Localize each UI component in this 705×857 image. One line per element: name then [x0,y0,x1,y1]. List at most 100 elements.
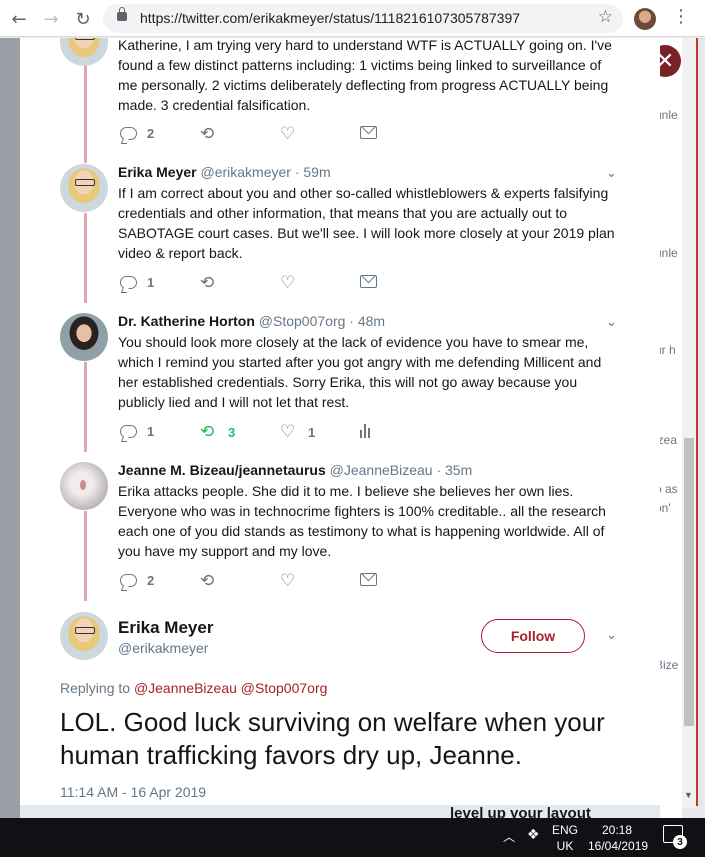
display-name[interactable]: Erika Meyer [118,164,197,180]
replying-prefix: Replying to [60,680,131,696]
mention-link[interactable]: @Stop007org [241,680,328,696]
address-bar[interactable]: https://twitter.com/erikakmeyer/status/1… [103,4,623,33]
like-button[interactable]: ♡ [280,273,298,293]
main-tweet-timestamp[interactable]: 11:14 AM - 16 Apr 2019 [60,784,206,800]
reply-button[interactable]: 1 [120,424,154,439]
background-left-strip [0,38,20,818]
reply-button[interactable]: 1 [120,275,154,290]
display-name[interactable]: Jeanne M. Bizeau/jeannetaurus [118,462,326,478]
retweet-icon: ⟲ [200,422,215,442]
main-tweet-avatar[interactable] [60,612,108,660]
profile-avatar[interactable] [634,8,656,30]
tweet-time[interactable]: · 59m [295,164,331,180]
retweet-button[interactable]: ⟲ [200,273,218,293]
tweet-header: Erika Meyer @erikakmeyer · 59m [118,164,331,180]
analytics-button[interactable] [360,424,378,438]
clock-time: 20:18 [601,823,633,837]
avatar[interactable] [60,164,108,212]
like-button[interactable]: ♡ 1 [280,422,315,442]
tweet-actions: 1 ⟲ 3 ♡ 1 [118,424,418,444]
thread-connector [84,58,87,163]
reply-icon [120,425,137,438]
reply-icon [120,276,137,289]
like-button[interactable]: ♡ [280,571,298,591]
heart-icon: ♡ [280,124,296,144]
tweet-actions: 1 ⟲ ♡ [118,275,418,295]
main-tweet-text: LOL. Good luck surviving on welfare when… [60,707,605,770]
back-arrow-icon[interactable]: ← [6,6,32,32]
direct-message-button[interactable] [360,573,377,586]
reply-button[interactable]: 2 [120,126,154,141]
retweet-count: 3 [228,424,236,440]
retweet-button[interactable]: ⟲ [200,124,218,144]
retweet-icon: ⟲ [200,273,215,293]
mention-link[interactable]: @JeanneBizeau [134,680,237,696]
notification-count-badge: 3 [673,835,687,849]
avatar[interactable] [60,313,108,361]
replying-to: Replying to @JeanneBizeau @Stop007org [60,680,327,696]
bookmark-star-icon[interactable]: ☆ [598,7,613,27]
user-handle[interactable]: @Stop007org [259,313,346,329]
tweet-text: You should look more closely at the lack… [118,334,602,410]
tweet-text: Erika attacks people. She did it to me. … [118,483,606,559]
chevron-down-icon[interactable]: ⌄ [606,166,617,181]
language-code: ENG [552,823,579,837]
tweet-time[interactable]: · 35m [436,462,472,478]
thread-connector [84,213,87,303]
display-name[interactable]: Dr. Katherine Horton [118,313,255,329]
reload-icon[interactable]: ↻ [70,6,96,32]
main-tweet-display-name[interactable]: Erika Meyer [118,618,213,638]
browser-menu-icon[interactable]: ⋮ [672,6,690,27]
clock-date: 16/04/2019 [588,839,649,853]
user-handle[interactable]: @JeanneBizeau [330,462,433,478]
keyboard-layout: UK [556,839,574,853]
heart-icon: ♡ [280,273,296,293]
heart-icon: ♡ [280,571,296,591]
retweet-icon: ⟲ [200,124,215,144]
language-indicator[interactable]: ENG UK [552,822,578,854]
tweet-actions: 2 ⟲ ♡ [118,573,418,593]
retweet-icon: ⟲ [200,571,215,591]
direct-message-button[interactable] [360,275,377,288]
lock-icon [117,7,127,21]
heart-icon: ♡ [280,422,296,442]
thread-connector [84,511,87,601]
background-right-column [660,38,682,818]
envelope-icon [360,126,377,139]
user-handle[interactable]: @erikakmeyer [201,164,291,180]
tweet-time[interactable]: · 48m [349,313,385,329]
chevron-down-icon[interactable]: ⌄ [606,628,617,643]
scrollbar-thumb[interactable] [684,438,694,726]
reply-count: 2 [147,573,155,588]
reply-count: 1 [147,275,155,290]
tweet-text: If I am correct about you and other so-c… [118,185,615,261]
retweet-button[interactable]: ⟲ 3 [200,422,236,442]
direct-message-button[interactable] [360,126,377,139]
system-clock[interactable]: 20:18 16/04/2019 [588,822,649,854]
show-hidden-icons-chevron-icon[interactable]: ︿ [503,828,515,845]
reply-count: 1 [147,424,155,439]
browser-toolbar: ← → ↻ https://twitter.com/erikakmeyer/st… [0,0,705,37]
follow-button[interactable]: Follow [481,619,585,653]
tweet-actions: 2 ⟲ ♡ [118,126,418,146]
chevron-down-icon[interactable]: ⌄ [606,315,617,330]
like-button[interactable]: ♡ [280,124,298,144]
taskbar: ︿ ❖ ENG UK 20:18 16/04/2019 3 [0,818,705,857]
reply-icon [120,574,137,587]
tweet-header: Dr. Katherine Horton @Stop007org · 48m [118,313,385,329]
retweet-button[interactable]: ⟲ [200,571,218,591]
url-text[interactable]: https://twitter.com/erikakmeyer/status/1… [140,10,520,26]
forward-arrow-icon[interactable]: → [38,6,64,32]
thread-connector [84,362,87,452]
reply-count: 2 [147,126,155,141]
reply-icon [120,127,137,140]
main-tweet-handle[interactable]: @erikakmeyer [118,640,208,656]
reply-button[interactable]: 2 [120,573,154,588]
tweet-header: Jeanne M. Bizeau/jeannetaurus @JeanneBiz… [118,462,472,478]
avatar[interactable] [60,38,108,66]
background-border [696,38,698,806]
scroll-down-arrow-icon[interactable]: ▼ [684,790,693,800]
avatar[interactable] [60,462,108,510]
envelope-icon [360,573,377,586]
dropbox-icon[interactable]: ❖ [527,827,540,843]
